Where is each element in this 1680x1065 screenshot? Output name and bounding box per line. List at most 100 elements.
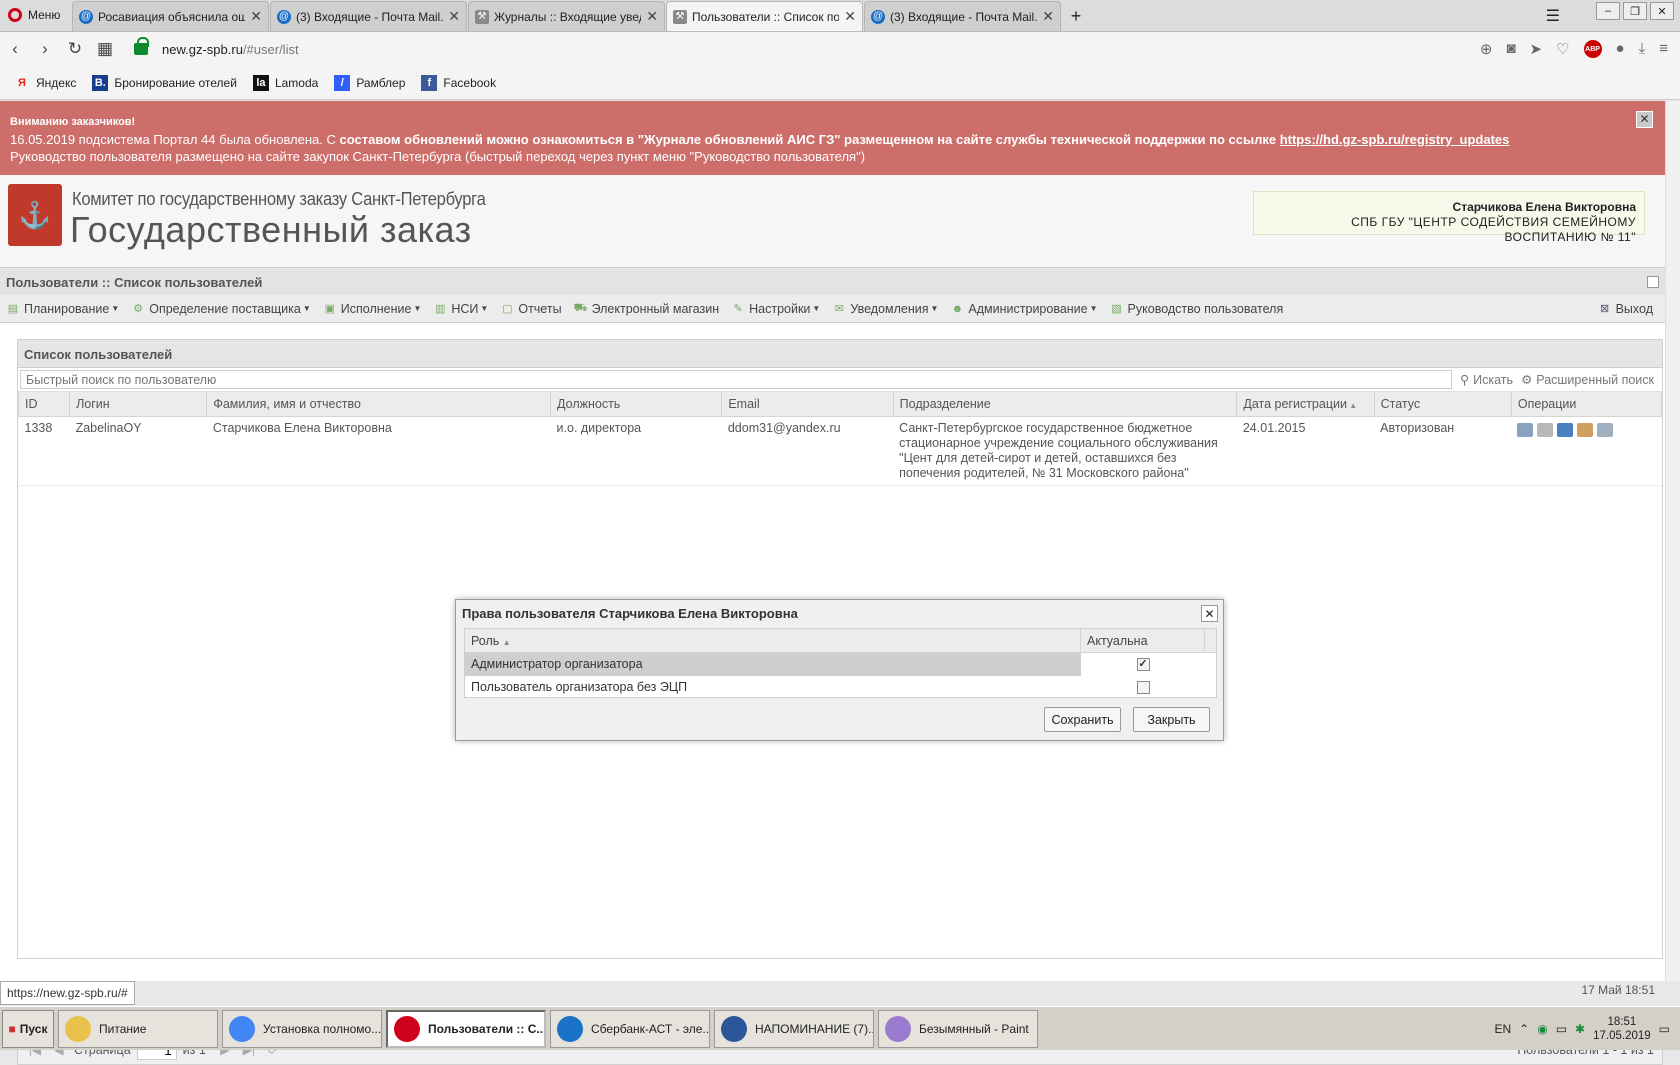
- opera-menu-button[interactable]: Меню: [0, 0, 72, 31]
- details-icon[interactable]: [1597, 422, 1614, 437]
- notice-close-icon[interactable]: ✕: [1636, 111, 1653, 128]
- send-icon[interactable]: ➤: [1530, 40, 1543, 58]
- vpn-icon[interactable]: ●: [1616, 40, 1625, 58]
- download-icon[interactable]: ⤓: [1639, 40, 1646, 58]
- column-header-label: Подразделение: [899, 396, 991, 411]
- tab-close-icon[interactable]: ✕: [448, 8, 460, 25]
- list-icon[interactable]: [1537, 422, 1554, 437]
- adblock-icon[interactable]: ABP: [1583, 40, 1602, 58]
- role-actual-checkbox[interactable]: [1136, 681, 1150, 694]
- table-row[interactable]: 1338 ZabelinaOY Старчикова Елена Викторовн…: [18, 416, 1662, 486]
- menu-item[interactable]: ⚙ Определение поставщика ▼: [131, 302, 310, 316]
- taskbar-app-icon: [65, 1015, 91, 1042]
- browser-tab[interactable]: ⚒ Журналы :: Входящие уведомления ✕: [468, 1, 665, 31]
- settings-icon[interactable]: ≡: [1659, 40, 1668, 58]
- back-icon[interactable]: ‹: [0, 39, 30, 59]
- collapse-panel-icon[interactable]: [1647, 276, 1659, 288]
- menu-item[interactable]: ☻ Администрирование ▼: [950, 302, 1098, 316]
- column-header[interactable]: Email: [721, 392, 894, 417]
- wrench-icon: ✎: [733, 303, 743, 315]
- tab-close-icon[interactable]: ✕: [250, 8, 262, 25]
- column-header[interactable]: Статус: [1373, 392, 1512, 417]
- menu-item[interactable]: ▧ Руководство пользователя: [1110, 302, 1283, 316]
- browser-tab[interactable]: @ (3) Входящие - Почта Mail.Ru ✕: [270, 1, 467, 31]
- network-icon[interactable]: ▭: [1556, 1022, 1567, 1036]
- close-window-icon[interactable]: ✕: [1650, 2, 1674, 20]
- taskbar-item[interactable]: Питание: [58, 1009, 218, 1048]
- tab-close-icon[interactable]: ✕: [646, 8, 658, 25]
- show-desktop-icon[interactable]: ▭: [1659, 1022, 1670, 1036]
- menu-item[interactable]: ▤ Планирование ▼: [6, 302, 119, 316]
- bookmark-item[interactable]: f Facebook: [421, 74, 496, 91]
- tab-menu-icon[interactable]: ☰: [1546, 6, 1560, 26]
- taskbar-app-icon: [229, 1015, 255, 1042]
- forward-icon[interactable]: ›: [30, 39, 60, 59]
- tab-close-icon[interactable]: ✕: [844, 8, 856, 25]
- cell-id: 1338: [18, 416, 70, 486]
- clock-time: 18:51: [1607, 1016, 1637, 1028]
- role-actual-checkbox[interactable]: ✓: [1136, 658, 1150, 671]
- bookmark-item[interactable]: B. Бронирование отелей: [92, 74, 237, 91]
- taskbar-app-icon: [394, 1015, 420, 1042]
- browser-tab[interactable]: @ Росавиация объяснила ошибку ✕: [72, 1, 269, 31]
- column-header[interactable]: Логин: [69, 392, 208, 417]
- search-button[interactable]: ⚲ Искать: [1460, 372, 1513, 388]
- heart-icon[interactable]: ♡: [1556, 40, 1569, 58]
- page-scrollbar[interactable]: [1665, 101, 1680, 981]
- taskbar-item[interactable]: Установка полномо...: [222, 1009, 382, 1048]
- tray-app-icon[interactable]: ◉: [1537, 1022, 1547, 1036]
- browser-tab[interactable]: @ (3) Входящие - Почта Mail.Ru ✕: [864, 1, 1061, 31]
- menu-item[interactable]: ✎ Настройки ▼: [731, 302, 821, 316]
- save-button[interactable]: Сохранить: [1044, 707, 1121, 732]
- menu-item[interactable]: ▣ Исполнение ▼: [323, 302, 422, 316]
- taskbar-item[interactable]: Безымянный - Paint: [878, 1009, 1038, 1048]
- advanced-search-button[interactable]: ⚙ Расширенный поиск: [1521, 372, 1654, 388]
- menu-item[interactable]: ✉ Уведомления ▼: [832, 302, 939, 316]
- taskbar-item[interactable]: НАПОМИНАНИЕ (7)....: [714, 1009, 874, 1048]
- menu-item[interactable]: ▢ Отчеты: [500, 302, 561, 316]
- bookmark-item[interactable]: la Lamoda: [252, 74, 318, 91]
- antivirus-icon[interactable]: ✱: [1575, 1022, 1585, 1036]
- tools-icon: ⚒: [475, 9, 489, 24]
- browser-tab[interactable]: ⚒ Пользователи :: Список пользователей ✕: [666, 1, 863, 31]
- role-row[interactable]: Администратор организатора ✓: [465, 653, 1216, 676]
- system-clock[interactable]: 18:51 17.05.2019: [1593, 1015, 1651, 1043]
- maximize-icon[interactable]: ❐: [1623, 2, 1647, 20]
- taskbar-item[interactable]: Пользователи :: С...: [386, 1009, 546, 1048]
- role-column-header[interactable]: Роль ▲: [465, 629, 1081, 652]
- bookmark-item[interactable]: Я Яндекс: [14, 75, 76, 91]
- language-indicator[interactable]: EN: [1494, 1022, 1511, 1036]
- column-header[interactable]: Операции: [1510, 392, 1663, 417]
- role-row[interactable]: Пользователь организатора без ЭЦП: [465, 676, 1216, 699]
- camera-icon[interactable]: ◙: [1506, 40, 1515, 58]
- column-header[interactable]: ID: [17, 392, 71, 417]
- edit-icon[interactable]: [1517, 422, 1534, 437]
- url-field[interactable]: new.gz-spb.ru/#user/list: [162, 42, 299, 57]
- taskbar-app-icon: [721, 1015, 747, 1042]
- dialog-close-icon[interactable]: ✕: [1201, 605, 1218, 622]
- speed-dial-icon[interactable]: ▦: [90, 39, 120, 59]
- menu-item[interactable]: ⛟ Электронный магазин: [574, 302, 719, 316]
- notice-link[interactable]: https://hd.gz-spb.ru/registry_updates: [1280, 132, 1510, 147]
- actual-column-header[interactable]: Актуальна: [1081, 629, 1205, 652]
- column-header[interactable]: Дата регистрации ▲: [1236, 392, 1375, 417]
- minimize-icon[interactable]: –: [1596, 2, 1620, 20]
- reload-icon[interactable]: ↻: [60, 39, 90, 59]
- column-header[interactable]: Подразделение: [892, 392, 1238, 417]
- tray-expand-icon[interactable]: ⌃: [1519, 1022, 1529, 1036]
- column-header[interactable]: Фамилия, имя и отчество: [206, 392, 552, 417]
- zoom-icon[interactable]: ⊕: [1480, 40, 1493, 58]
- column-header[interactable]: Должность: [550, 392, 723, 417]
- taskbar-item[interactable]: Сбербанк-АСТ - эле...: [550, 1009, 710, 1048]
- start-button[interactable]: ■ Пуск: [2, 1009, 54, 1048]
- close-button[interactable]: Закрыть: [1133, 707, 1210, 732]
- tab-close-icon[interactable]: ✕: [1042, 8, 1054, 25]
- new-tab-button[interactable]: +: [1062, 1, 1090, 31]
- logout-button[interactable]: ⊠ Выход: [1598, 302, 1653, 316]
- bookmark-item[interactable]: / Рамблер: [334, 74, 405, 91]
- quick-search-input[interactable]: [20, 370, 1452, 389]
- users-icon[interactable]: [1557, 422, 1574, 437]
- menu-item[interactable]: ▥ НСИ ▼: [433, 302, 488, 316]
- user-rights-icon[interactable]: [1577, 422, 1594, 437]
- brand-subtitle: Комитет по государственному заказу Санкт…: [72, 189, 486, 209]
